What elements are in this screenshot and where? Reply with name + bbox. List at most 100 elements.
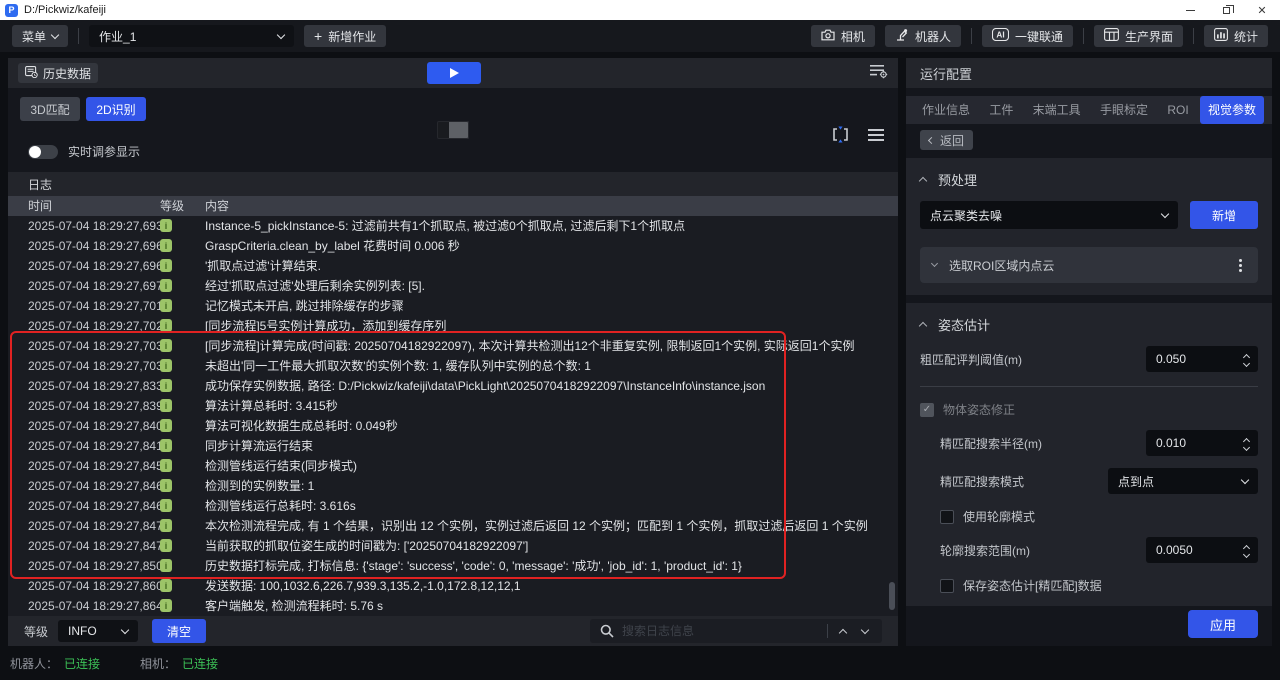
toolbar-button-stats-chart[interactable]: 统计 <box>1204 25 1268 47</box>
clear-log-button[interactable]: 清空 <box>152 619 206 643</box>
preprocess-step-item[interactable]: 选取ROI区域内点云 <box>920 247 1258 283</box>
log-search-input[interactable] <box>622 624 819 638</box>
coarse-threshold-label: 粗匹配评判阈值(m) <box>920 351 1022 368</box>
collapse-icon <box>919 322 927 330</box>
log-time: 2025-07-04 18:29:27,846 <box>28 496 163 516</box>
chevron-down-icon <box>1243 444 1250 451</box>
config-tab-5[interactable]: 视觉参数 <box>1200 96 1264 124</box>
stepper-arrows[interactable] <box>1244 352 1249 366</box>
log-row[interactable]: 2025-07-04 18:29:27,697i经过'抓取点过滤'处理后剩余实例… <box>8 276 898 296</box>
contour-mode-checkbox[interactable] <box>940 510 954 524</box>
camera-status: 相机： 已连接 <box>140 655 218 672</box>
toolbar-button-ai-badge[interactable]: AI一键联通 <box>982 25 1073 47</box>
realtime-toggle-label: 实时调参显示 <box>68 143 140 160</box>
info-level-icon: i <box>160 359 172 372</box>
config-tab-3[interactable]: 手眼标定 <box>1092 96 1156 124</box>
column-header-content: 内容 <box>205 196 229 216</box>
tab-2d-recognition[interactable]: 2D识别 <box>86 97 146 121</box>
add-job-button[interactable]: + 新增作业 <box>304 25 386 47</box>
viewport-thumbnail[interactable] <box>437 121 469 139</box>
hamburger-icon <box>868 129 884 141</box>
log-row[interactable]: 2025-07-04 18:29:27,696iGraspCriteria.cl… <box>8 236 898 256</box>
log-row[interactable]: 2025-07-04 18:29:27,841i 同步计算流运行结束 <box>8 436 898 456</box>
log-row[interactable]: 2025-07-04 18:29:27,833i成功保存实例数据, 路径: D:… <box>8 376 898 396</box>
log-settings-button[interactable] <box>870 63 888 84</box>
fine-radius-stepper[interactable]: 0.010 <box>1146 430 1258 456</box>
back-button[interactable]: 返回 <box>920 130 973 150</box>
log-row[interactable]: 2025-07-04 18:29:27,693iInstance-5_pickI… <box>8 216 898 236</box>
log-message: 客户端触发, 检测流程耗时: 5.76 s <box>205 596 886 616</box>
maximize-icon <box>1223 7 1230 14</box>
log-row[interactable]: 2025-07-04 18:29:27,845i检测管线运行结束(同步模式) <box>8 456 898 476</box>
step-menu-button[interactable] <box>1235 255 1246 276</box>
log-row[interactable]: 2025-07-04 18:29:27,846i检测管线运行总耗时: 3.616… <box>8 496 898 516</box>
log-row[interactable]: 2025-07-04 18:29:27,840i算法可视化数据生成总耗时: 0.… <box>8 416 898 436</box>
log-time: 2025-07-04 18:29:27,696 <box>28 256 163 276</box>
viewport-toolbar: 历史数据 <box>8 58 898 88</box>
log-scrollbar-thumb[interactable] <box>889 582 895 610</box>
minimize-button[interactable] <box>1172 0 1208 20</box>
job-select[interactable]: 作业_1 <box>89 25 294 47</box>
log-row[interactable]: 2025-07-04 18:29:27,702i[同步流程]5号实例计算成功，添… <box>8 316 898 336</box>
search-prev-button[interactable] <box>836 623 850 639</box>
left-column: 历史数据 3D匹配 2D识别 实时调参显示 日志 时间 等级 <box>8 58 898 646</box>
log-row[interactable]: 2025-07-04 18:29:27,847i本次检测流程完成, 有 1 个结… <box>8 516 898 536</box>
preprocess-step-select[interactable]: 点云聚类去噪 <box>920 201 1178 229</box>
config-tab-1[interactable]: 工件 <box>981 96 1021 124</box>
log-time: 2025-07-04 18:29:27,841 <box>28 436 163 456</box>
log-row[interactable]: 2025-07-04 18:29:27,839i算法计算总耗时: 3.415秒 <box>8 396 898 416</box>
config-tab-2[interactable]: 末端工具 <box>1025 96 1089 124</box>
run-button[interactable] <box>427 62 481 84</box>
pose-section-header[interactable]: 姿态估计 <box>920 315 1258 334</box>
pose-correct-checkbox: ✓ <box>920 403 934 417</box>
config-tab-0[interactable]: 作业信息 <box>914 96 978 124</box>
contour-range-stepper[interactable]: 0.0050 <box>1146 537 1258 563</box>
chevron-down-icon <box>1161 209 1169 217</box>
log-row[interactable]: 2025-07-04 18:29:27,864i客户端触发, 检测流程耗时: 5… <box>8 596 898 616</box>
log-row[interactable]: 2025-07-04 18:29:27,846i检测到的实例数量: 1 <box>8 476 898 496</box>
log-row[interactable]: 2025-07-04 18:29:27,860i发送数据: 100,1032.6… <box>8 576 898 596</box>
log-message: GraspCriteria.clean_by_label 花费时间 0.006 … <box>205 236 886 256</box>
log-row[interactable]: 2025-07-04 18:29:27,703i未超出'同一工件最大抓取次数'的… <box>8 356 898 376</box>
log-message: 同步计算流运行结束 <box>205 436 886 456</box>
log-table-header: 时间 等级 内容 <box>8 196 898 216</box>
preprocess-section-header[interactable]: 预处理 <box>920 170 1258 189</box>
log-row[interactable]: 2025-07-04 18:29:27,701i记忆模式未开启, 跳过排除缓存的… <box>8 296 898 316</box>
fine-mode-select[interactable]: 点到点 <box>1108 468 1258 494</box>
add-step-button[interactable]: 新增 <box>1190 201 1258 229</box>
toolbar-divider <box>1083 28 1084 44</box>
search-next-button[interactable] <box>858 623 872 639</box>
toolbar-button-production-grid[interactable]: 生产界面 <box>1094 25 1183 47</box>
stepper-arrows[interactable] <box>1244 543 1249 557</box>
apply-button[interactable]: 应用 <box>1188 610 1258 638</box>
chevron-down-icon <box>121 625 129 633</box>
log-search <box>590 619 882 643</box>
close-button[interactable]: ✕ <box>1244 0 1280 20</box>
tab-3d-match[interactable]: 3D匹配 <box>20 97 80 121</box>
log-message: 检测管线运行结束(同步模式) <box>205 456 886 476</box>
log-row[interactable]: 2025-07-04 18:29:27,847i当前获取的抓取位姿生成的时间戳为… <box>8 536 898 556</box>
coarse-threshold-stepper[interactable]: 0.050 <box>1146 346 1258 372</box>
log-time: 2025-07-04 18:29:27,847 <box>28 536 163 556</box>
history-data-button[interactable]: 历史数据 <box>18 63 98 83</box>
stepper-arrows[interactable] <box>1244 436 1249 450</box>
config-tab-4[interactable]: ROI <box>1159 96 1196 124</box>
toolbar-button-robot[interactable]: 机器人 <box>885 25 961 47</box>
section-divider <box>920 386 1258 387</box>
level-filter-select[interactable]: INFO <box>58 620 138 642</box>
toolbar-button-camera[interactable]: 相机 <box>811 25 875 47</box>
log-row[interactable]: 2025-07-04 18:29:27,696i'抓取点过滤'计算结束. <box>8 256 898 276</box>
info-level-icon: i <box>160 439 172 452</box>
log-row[interactable]: 2025-07-04 18:29:27,703i[同步流程]计算完成(时间戳: … <box>8 336 898 356</box>
svg-text:AI: AI <box>996 31 1004 40</box>
mirror-view-button[interactable] <box>831 126 850 148</box>
menu-button[interactable]: 菜单 <box>12 25 68 47</box>
save-pose-checkbox[interactable] <box>940 579 954 593</box>
viewport-menu-button[interactable] <box>868 128 884 146</box>
maximize-button[interactable] <box>1208 0 1244 20</box>
info-level-icon: i <box>160 499 172 512</box>
plus-icon: + <box>314 29 322 43</box>
realtime-toggle[interactable] <box>28 145 58 159</box>
play-icon <box>450 68 459 78</box>
log-row[interactable]: 2025-07-04 18:29:27,850i历史数据打标完成, 打标信息: … <box>8 556 898 576</box>
